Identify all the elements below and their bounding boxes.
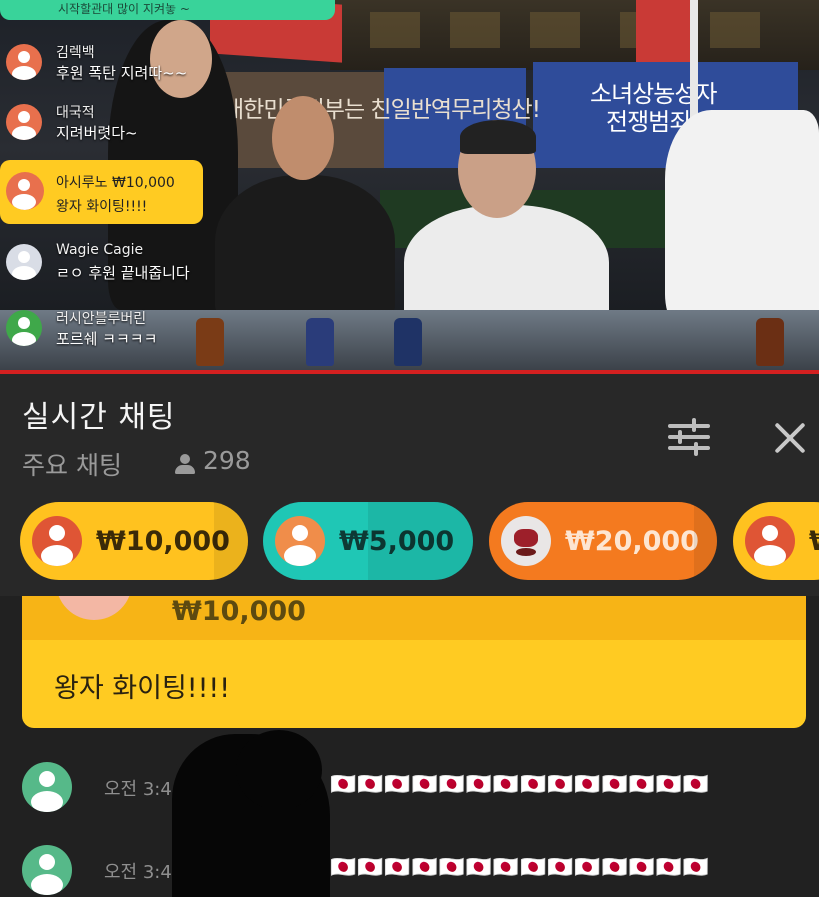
overlay-donation-header: 아시루노 ₩10,000 [56,172,175,192]
avatar [6,172,44,210]
donation-pill[interactable]: ₩5,000 [263,502,473,580]
donation-timer-fill [368,502,473,580]
overlay-chat-name: 러시안블루버린 [56,311,147,327]
bottle [394,318,422,366]
avatar [6,104,42,140]
overlay-top-message: 시작할관대 많이 지켜놓 ~ [0,0,335,20]
overlay-donation-text: 왕자 화이팅!!!! [56,199,148,215]
overlay-chat-text: 지려버렷다~ [56,124,138,142]
donation-amount: ₩20,000 [565,526,699,557]
page-title: 실시간 채팅 [22,400,176,435]
person [665,110,819,340]
overlay-chat-name: 김렉백 [56,45,95,61]
donation-timer-fill [213,502,248,580]
avatar [6,244,42,280]
overlay-chat-text: ㄹㅇ 후원 끝내줍니다 [56,264,190,282]
avatar [501,516,551,566]
chat-timestamp: 오전 3:4 [104,862,172,883]
donation-amount: ₩ [809,526,819,557]
pinned-donation-message: 왕자 화이팅!!!! [54,673,231,704]
avatar [22,762,72,812]
avatar [6,44,42,80]
avatar [22,845,72,895]
donation-timer-fill [694,502,717,580]
overlay-chat-text: 후원 폭탄 지려따~~ [56,64,188,82]
viewer-icon [174,454,196,474]
avatar [32,516,82,566]
chat-timestamp: 오전 3:4 [104,779,172,800]
redaction-mark [236,730,322,810]
banner-text: 대한민국정부는 친일반역무리청산! [223,97,541,123]
bottle [196,318,224,366]
overlay-donation-amount: ₩10,000 [111,175,175,191]
donation-pill[interactable]: ₩ [733,502,819,580]
person-head [150,20,212,98]
overlay-donation-name: 아시루노 [56,175,108,191]
overlay-chat-text: 포르쉐 ㅋㅋㅋㅋ [56,330,158,348]
overlay-donation: 아시루노 ₩10,000 왕자 화이팅!!!! [0,160,203,224]
chat-message-text: 🇯🇵🇯🇵🇯🇵🇯🇵🇯🇵🇯🇵🇯🇵🇯🇵🇯🇵🇯🇵🇯🇵🇯🇵🇯🇵🇯🇵 [330,855,711,879]
person [215,175,395,320]
person-head [272,96,334,180]
chat-message[interactable]: 오전 3:4 🇯🇵🇯🇵🇯🇵🇯🇵🇯🇵🇯🇵🇯🇵🇯🇵🇯🇵🇯🇵🇯🇵🇯🇵🇯🇵🇯🇵 [0,845,819,897]
viewer-count: 298 [203,446,251,475]
video-player[interactable]: 대한민국정부는 친일반역무리청산! 소녀상농성자 전쟁범죄 시작할관대 많이 지… [0,0,819,372]
chat-mode-selector[interactable]: 주요 채팅 [22,446,122,482]
bottle [306,318,334,366]
donation-pill[interactable]: ₩10,000 [20,502,248,580]
avatar [6,310,42,346]
avatar [275,516,325,566]
chat-message-text: 🇯🇵🇯🇵🇯🇵🇯🇵🇯🇵🇯🇵🇯🇵🇯🇵🇯🇵🇯🇵🇯🇵🇯🇵🇯🇵🇯🇵 [330,772,711,796]
pinned-donation-card[interactable]: ₩10,000 왕자 화이팅!!!! [22,596,806,728]
overlay-chat-name: Wagie Cagie [56,242,144,258]
tune-icon[interactable] [668,418,710,456]
person-hair [460,120,536,154]
avatar [745,516,795,566]
pinned-donation-header [22,596,806,640]
donation-pill[interactable]: ₩20,000 [489,502,717,580]
pinned-donation-amount: ₩10,000 [172,596,306,627]
bottle [756,318,784,366]
chat-message[interactable]: 오전 3:4 🇯🇵🇯🇵🇯🇵🇯🇵🇯🇵🇯🇵🇯🇵🇯🇵🇯🇵🇯🇵🇯🇵🇯🇵🇯🇵🇯🇵 [0,762,819,822]
donation-amount: ₩10,000 [96,526,230,557]
close-icon[interactable] [770,418,810,458]
overlay-chat-name: 대국적 [56,105,95,121]
background-building [330,0,819,70]
